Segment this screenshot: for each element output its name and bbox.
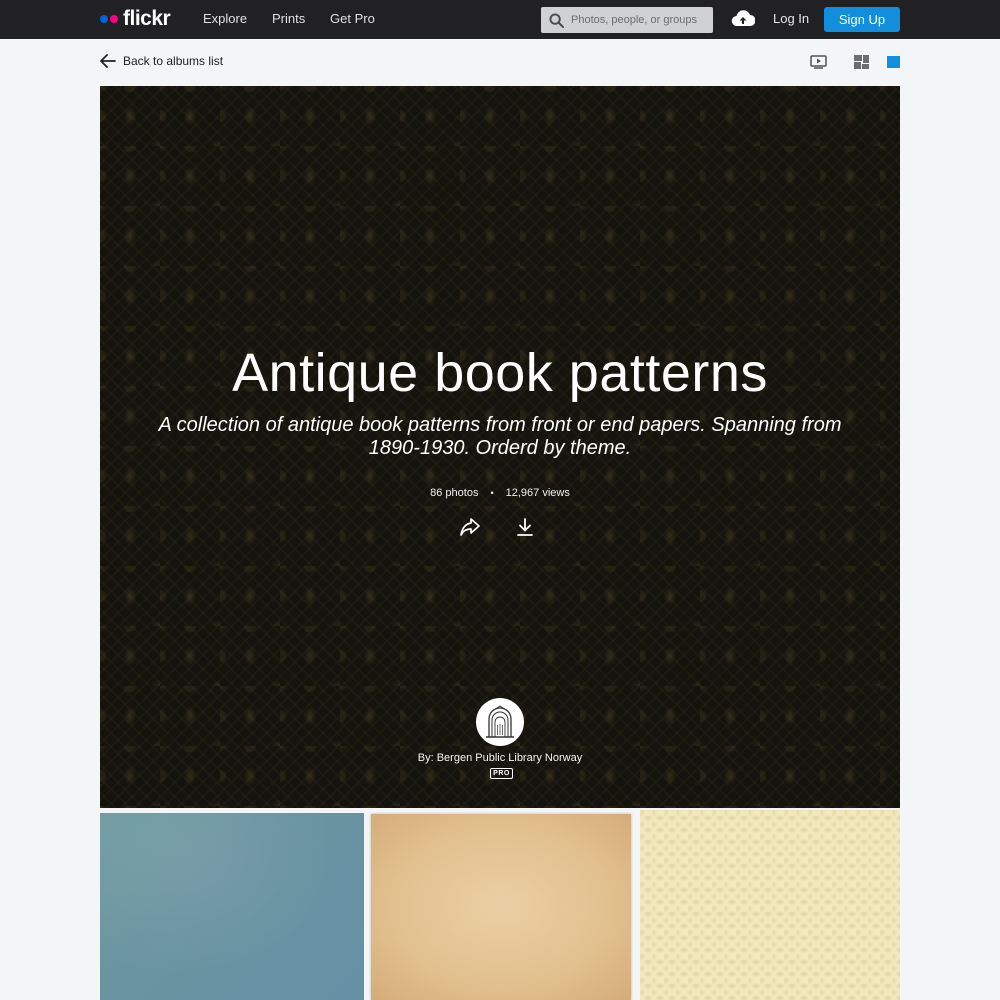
photo-image (100, 813, 364, 1000)
photo-thumbnail[interactable] (369, 812, 633, 1000)
photo-count: 86 photos (430, 487, 479, 499)
album-description: A collection of antique book patterns fr… (158, 414, 842, 459)
album-title: Antique book patterns (232, 343, 768, 403)
logo-wordmark: flickr (123, 7, 171, 30)
library-logo-icon (486, 705, 514, 738)
album-info: Antique book patterns A collection of an… (100, 86, 900, 808)
nav-get-pro[interactable]: Get Pro (330, 11, 375, 26)
album-stats: 86 photos • 12,967 views (100, 487, 900, 499)
owner-name[interactable]: By: Bergen Public Library Norway (100, 752, 900, 764)
slideshow-icon[interactable] (810, 55, 827, 69)
back-label: Back to albums list (123, 54, 224, 68)
back-arrow-icon (100, 54, 116, 68)
download-icon[interactable] (516, 518, 534, 537)
flickr-logo[interactable]: flickr (100, 7, 171, 30)
owner-avatar[interactable] (476, 698, 524, 746)
logo-blue-dot (100, 15, 108, 23)
back-to-albums-link[interactable]: Back to albums list (100, 54, 223, 68)
search-icon[interactable] (549, 12, 564, 28)
login-link[interactable]: Log In (773, 11, 809, 26)
pro-badge: PRO (490, 768, 513, 779)
single-view-icon[interactable] (887, 55, 900, 69)
share-icon[interactable] (459, 517, 481, 537)
search-input[interactable] (571, 14, 701, 26)
photo-thumbnail[interactable] (100, 813, 364, 1000)
view-count: 12,967 views (505, 487, 570, 499)
search-box (541, 7, 713, 33)
logo-pink-dot (110, 15, 118, 23)
nav-prints[interactable]: Prints (272, 11, 305, 26)
photo-image (371, 814, 631, 1000)
top-navigation-bar: flickr Explore Prints Get Pro Log In Sig… (0, 0, 1000, 39)
grid-view-icon[interactable] (854, 55, 869, 69)
photo-thumbnail[interactable] (640, 810, 900, 1000)
album-cover: Antique book patterns A collection of an… (100, 86, 900, 808)
signup-button[interactable]: Sign Up (824, 7, 900, 32)
upload-cloud-icon[interactable] (731, 9, 755, 27)
photo-image (640, 810, 900, 1000)
nav-explore[interactable]: Explore (203, 11, 247, 26)
stats-separator: • (490, 488, 494, 498)
